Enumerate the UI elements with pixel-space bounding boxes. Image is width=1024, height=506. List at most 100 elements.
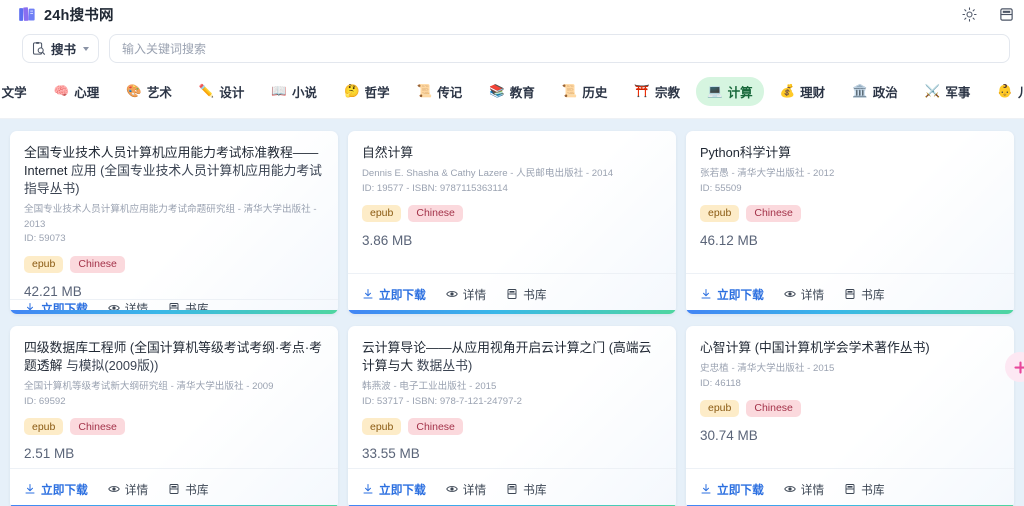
category-nav: 📚文学 🧠 心理 🎨 艺术 ✏️ 设计 📖 小说 🤔 哲学 📜 传记 📚 教育 📜 历史 ⛩️ 宗教 💻 计算 💰 理财 🏛️… bbox=[0, 74, 1024, 119]
category-baby-14[interactable]: 👶 儿童 bbox=[986, 77, 1024, 106]
book-card[interactable]: 自然计算 Dennis E. Shasha & Cathy Lazere - 人民… bbox=[348, 131, 676, 314]
category-crossed-swords-13[interactable]: ⚔️ 军事 bbox=[914, 77, 982, 106]
brand-name: 24h搜书网 bbox=[44, 7, 114, 24]
book-title: 全国专业技术人员计算机应用能力考试标准教程——Internet 应用 (全国专业… bbox=[24, 144, 324, 198]
book-author-publisher: 史忠植 - 清华大学出版社 - 2015 bbox=[700, 363, 835, 375]
library-button[interactable]: 书库 bbox=[844, 481, 885, 498]
details-button[interactable]: 详情 bbox=[783, 286, 825, 303]
book-author-publisher: 全国专业技术人员计算机应用能力考试命题研究组 - 清华大学出版社 - 2013 bbox=[24, 204, 317, 230]
book-tags: epub Chinese bbox=[700, 399, 1000, 417]
file-size: 30.74 MB bbox=[700, 427, 758, 443]
card-accent-stripe bbox=[348, 310, 676, 314]
file-size: 46.12 MB bbox=[700, 232, 758, 248]
download-label: 立即下载 bbox=[379, 288, 426, 302]
language-badge: Chinese bbox=[408, 204, 463, 222]
details-button[interactable]: 详情 bbox=[445, 481, 487, 498]
category-money-bag-11[interactable]: 💰 理财 bbox=[769, 77, 837, 106]
category-books-7[interactable]: 📚 教育 bbox=[478, 77, 546, 106]
eye-icon bbox=[783, 486, 796, 492]
book-card-body: 自然计算 Dennis E. Shasha & Cathy Lazere - 人民… bbox=[348, 131, 676, 273]
search-mode-label: 搜书 bbox=[51, 43, 77, 57]
download-icon bbox=[701, 289, 711, 299]
download-icon bbox=[701, 484, 711, 494]
library-button[interactable]: 书库 bbox=[506, 286, 547, 303]
language-badge: Chinese bbox=[70, 418, 125, 436]
download-icon bbox=[363, 289, 373, 299]
search-mode-selector[interactable]: 搜书 bbox=[22, 34, 100, 63]
library-button[interactable]: 书库 bbox=[844, 286, 885, 303]
library-button[interactable]: 书库 bbox=[506, 481, 547, 498]
file-size: 3.86 MB bbox=[362, 232, 413, 248]
download-label: 立即下载 bbox=[379, 483, 426, 497]
brain-icon: 🧠 bbox=[53, 84, 70, 99]
format-badge: epub bbox=[24, 255, 64, 273]
category-brain-1[interactable]: 🧠 心理 bbox=[43, 77, 111, 106]
search-input[interactable] bbox=[109, 34, 1010, 63]
book-title: 心智计算 (中国计算机学会学术著作丛书) bbox=[700, 339, 1000, 357]
details-label: 详情 bbox=[800, 483, 825, 497]
file-size: 33.55 MB bbox=[362, 446, 420, 462]
book-author-publisher: Dennis E. Shasha & Cathy Lazere - 人民邮电出版… bbox=[362, 168, 614, 180]
category-palette-2[interactable]: 🎨 艺术 bbox=[115, 77, 183, 106]
category-pencil-3[interactable]: ✏️ 设计 bbox=[188, 77, 256, 106]
books-logo-icon bbox=[19, 6, 35, 21]
book-card-body: 心智计算 (中国计算机学会学术著作丛书) 史忠植 - 清华大学出版社 - 2015… bbox=[686, 326, 1014, 468]
book-card[interactable]: 心智计算 (中国计算机学会学术著作丛书) 史忠植 - 清华大学出版社 - 2015… bbox=[686, 326, 1014, 506]
book-card-actions: 立即下载 详情 书库 bbox=[348, 273, 676, 314]
book-card[interactable]: 全国专业技术人员计算机应用能力考试标准教程——Internet 应用 (全国专业… bbox=[10, 131, 338, 314]
category-label: 宗教 bbox=[654, 86, 680, 100]
category-shrine-9[interactable]: ⛩️ 宗教 bbox=[623, 77, 691, 106]
category-label: 儿童 bbox=[1018, 82, 1024, 101]
details-label: 详情 bbox=[800, 288, 825, 302]
details-button[interactable]: 详情 bbox=[107, 481, 148, 498]
category-label: 教育 bbox=[509, 86, 535, 100]
category-open-book-4[interactable]: 📖 小说 bbox=[260, 77, 328, 106]
library-label: 书库 bbox=[523, 288, 547, 302]
book-title-series: 应用 (全国专业技术人员计算机应用能力考试指导丛书) bbox=[24, 163, 322, 197]
category-classical-building-12[interactable]: 🏛️ 政治 bbox=[841, 77, 909, 106]
category-label: 传记 bbox=[437, 86, 463, 100]
book-title-main: 云计算导论——从应用视角开启云计算之门 (高端云计算与大 bbox=[362, 340, 652, 374]
book-card[interactable]: Python科学计算 张若愚 - 清华大学出版社 - 2012 ID: 55509 e… bbox=[686, 131, 1014, 314]
library-button[interactable]: 书库 bbox=[168, 481, 209, 498]
download-button[interactable]: 立即下载 bbox=[362, 286, 426, 303]
book-card-body: 全国专业技术人员计算机应用能力考试标准教程——Internet 应用 (全国专业… bbox=[10, 131, 338, 299]
book-tags: epub Chinese bbox=[362, 204, 662, 222]
download-button[interactable]: 立即下载 bbox=[700, 286, 764, 303]
details-label: 详情 bbox=[462, 483, 487, 497]
book-identifiers: ID: 53717 - ISBN: 978-7-121-24797-2 bbox=[362, 395, 522, 407]
book-card-body: 云计算导论——从应用视角开启云计算之门 (高端云计算与大 数据丛书) 韩燕波 - … bbox=[348, 326, 676, 468]
details-button[interactable]: 详情 bbox=[783, 481, 825, 498]
book-panel-icon[interactable] bbox=[999, 7, 1014, 22]
category-thinking-face-5[interactable]: 🤔 哲学 bbox=[333, 77, 401, 106]
book-card[interactable]: 四级数据库工程师 (全国计算机等级考试考纲·考点·考题透解 与模拟(2009版)… bbox=[10, 326, 338, 506]
category-laptop-10[interactable]: 💻 计算 bbox=[695, 77, 764, 106]
card-accent-stripe bbox=[686, 310, 1014, 314]
book-title: 自然计算 bbox=[362, 144, 662, 162]
open-book-icon: 📖 bbox=[271, 84, 287, 99]
download-button[interactable]: 立即下载 bbox=[362, 481, 426, 498]
book-identifiers: ID: 59073 bbox=[24, 233, 66, 245]
sun-icon[interactable] bbox=[962, 6, 977, 22]
category-label: 计算 bbox=[727, 86, 753, 100]
thinking-face-icon: 🤔 bbox=[344, 84, 360, 99]
brand[interactable]: 24h搜书网 bbox=[18, 4, 114, 25]
language-badge: Chinese bbox=[408, 418, 463, 436]
category-scroll-8[interactable]: 📜 历史 bbox=[551, 77, 619, 106]
book-card-actions: 立即下载 详情 书库 bbox=[10, 468, 338, 506]
download-button[interactable]: 立即下载 bbox=[700, 481, 764, 498]
scroll-icon: 📜 bbox=[416, 84, 433, 99]
book-card[interactable]: 云计算导论——从应用视角开启云计算之门 (高端云计算与大 数据丛书) 韩燕波 - … bbox=[348, 326, 676, 506]
book-title-series: 与模拟(2009版)) bbox=[65, 358, 159, 374]
download-icon bbox=[25, 484, 35, 494]
details-button[interactable]: 详情 bbox=[445, 286, 486, 303]
plus-icon bbox=[1013, 360, 1024, 374]
format-badge: epub bbox=[362, 418, 402, 436]
book-title-main: Python科学计算 bbox=[700, 145, 792, 160]
shrine-icon: ⛩️ bbox=[634, 84, 650, 99]
category-books-0[interactable]: 📚文学 bbox=[0, 77, 38, 106]
download-button[interactable]: 立即下载 bbox=[24, 481, 88, 498]
format-badge: epub bbox=[362, 204, 402, 222]
book-icon bbox=[845, 289, 855, 299]
category-scroll-6[interactable]: 📜 传记 bbox=[406, 77, 474, 106]
